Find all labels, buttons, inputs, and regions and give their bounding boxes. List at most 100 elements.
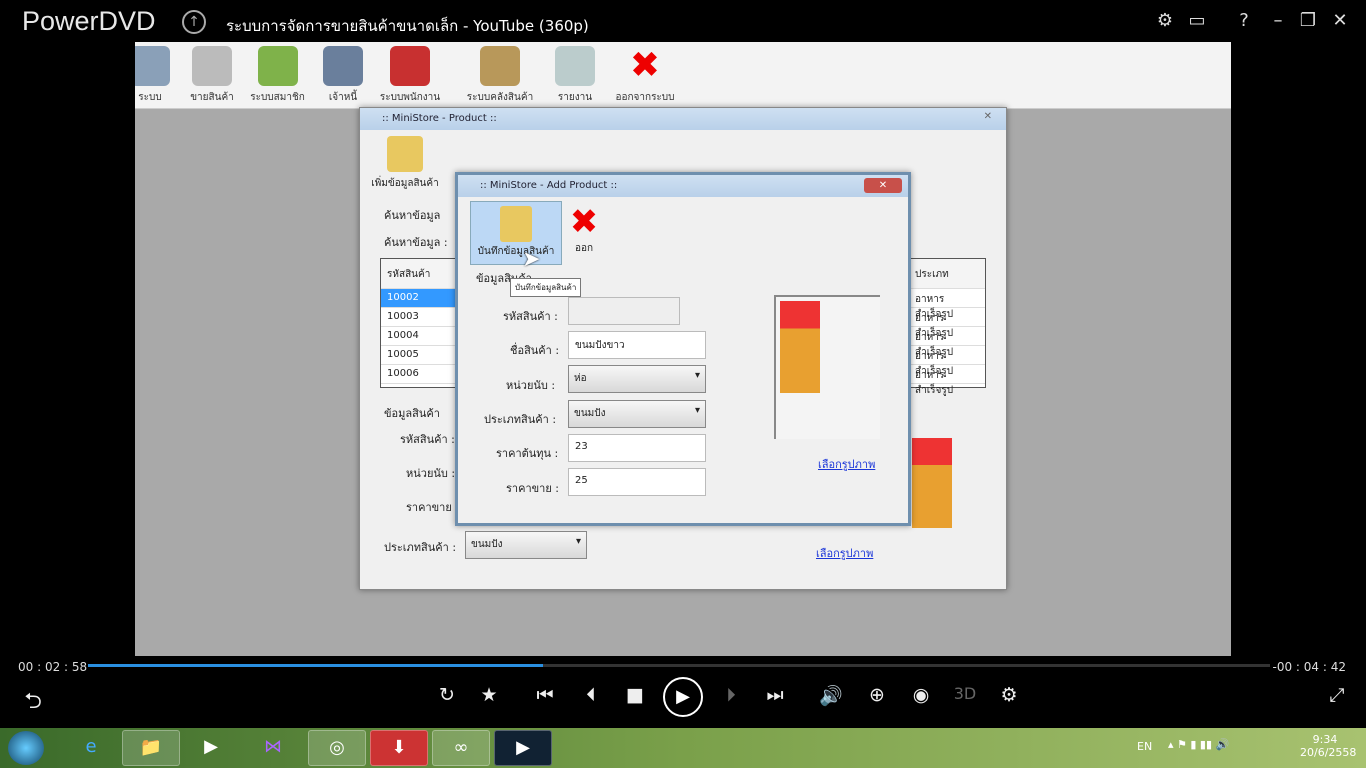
name-label: ชื่อสินค้า : [510, 344, 560, 357]
unit-select[interactable]: ห่อ [568, 365, 706, 393]
cost-label: ราคาต้นทุน : [496, 447, 559, 460]
app-name: PowerDVD [22, 6, 156, 36]
upgrade-icon[interactable]: ↑ [182, 10, 206, 34]
code-label: รหัสสินค้า : [400, 433, 455, 446]
type-select[interactable]: ขนมปัง [568, 400, 706, 428]
language-indicator[interactable]: EN [1137, 740, 1152, 753]
list-header-type: ประเภท [909, 259, 985, 289]
next-chapter-icon[interactable]: ⏭ [760, 684, 790, 706]
tv-mode-icon[interactable]: ▭ [1185, 10, 1209, 31]
exit-icon: ✖ [629, 45, 661, 86]
eye-icon[interactable]: ◉ [906, 684, 936, 706]
exit-button[interactable]: ✖ ออก [564, 203, 604, 256]
toolbar-members[interactable]: ระบบสมาชิก [250, 92, 305, 103]
code-field[interactable] [568, 297, 680, 325]
powerdvd-icon[interactable]: ▶ [494, 730, 552, 766]
save-label: บันทึกข้อมูลสินค้า [477, 246, 555, 257]
play-button[interactable]: ▶ [663, 677, 703, 717]
seek-bar[interactable] [88, 664, 1270, 667]
product-list[interactable]: รหัสสินค้า 10002 10003 10004 10005 10006 [380, 258, 460, 388]
help-icon[interactable]: ? [1232, 10, 1256, 31]
bookmark-icon[interactable]: ★ [474, 684, 504, 706]
price-label: ราคาขาย : [506, 482, 559, 495]
list-row[interactable]: 10006 [381, 365, 459, 384]
settings-icon[interactable]: ⚙ [994, 684, 1024, 706]
save-folder-icon [500, 206, 532, 242]
report-icon [555, 46, 595, 86]
chrome-icon[interactable]: ◎ [308, 730, 366, 766]
ie-icon[interactable]: e [62, 730, 120, 766]
restore-icon[interactable]: ❐ [1296, 10, 1320, 31]
clock[interactable]: 9:34 20/6/2558 [1300, 733, 1357, 759]
product-list-types[interactable]: ประเภท อาหารสำเร็จรูป อาหารสำเร็จรูป อาห… [908, 258, 986, 396]
pick-image-link[interactable]: เลือกรูปภาพ [816, 544, 873, 562]
warehouse-icon [480, 46, 520, 86]
add-folder-icon [387, 136, 423, 172]
gear-icon [135, 46, 170, 86]
name-field[interactable]: ขนมปังขาว [568, 331, 706, 359]
exit-label: ออก [574, 243, 594, 254]
mouse-cursor-icon: ➤ [522, 247, 541, 272]
clock-date: 20/6/2558 [1300, 746, 1357, 759]
list-row[interactable]: 10003 [381, 308, 459, 327]
step-back-icon[interactable]: ⏴ [576, 684, 606, 706]
add-product-window: :: MiniStore - Add Product :: ✕ บันทึกข้… [455, 172, 911, 526]
toolbar-sell[interactable]: ขายสินค้า [190, 92, 234, 103]
start-button[interactable] [8, 731, 44, 765]
type-label: ประเภทสินค้า : [484, 413, 557, 426]
tooltip: บันทึกข้อมูลสินค้า [510, 278, 582, 297]
price-label: ราคาขาย : [406, 501, 459, 514]
minimize-icon[interactable]: – [1266, 10, 1290, 31]
stop-icon[interactable]: ■ [620, 684, 650, 706]
add-product-button[interactable]: เพิ่มข้อมูลสินค้า [371, 178, 438, 189]
unit-label: หน่วยนับ : [506, 379, 556, 392]
add-window-title: :: MiniStore - Add Product :: [458, 175, 908, 197]
product-image [780, 301, 820, 393]
list-row[interactable]: 10005 [381, 346, 459, 365]
close-icon[interactable]: ✕ [1328, 10, 1352, 31]
cart-icon [192, 46, 232, 86]
visual-studio-icon[interactable]: ⋈ [244, 730, 302, 766]
settings-icon[interactable]: ⚙ [1153, 10, 1177, 31]
code-label: รหัสสินค้า : [503, 310, 558, 323]
toolbar-system[interactable]: ระบบ [138, 92, 161, 103]
list-row[interactable]: 10004 [381, 327, 459, 346]
list-cell[interactable]: อาหารสำเร็จรูป [909, 289, 985, 320]
tray-icons[interactable]: ▴ ⚑ ▮ ▮▮ 🔊 [1168, 738, 1229, 751]
list-row[interactable]: 10002 [381, 289, 459, 308]
creditor-icon [323, 46, 363, 86]
elapsed-time: 00 : 02 : 58 [18, 660, 88, 674]
pick-image-link[interactable]: เลือกรูปภาพ [818, 455, 875, 473]
toolbar-creditor[interactable]: เจ้าหนี้ [329, 92, 357, 103]
toolbar-report[interactable]: รายงาน [558, 92, 592, 103]
close-icon[interactable]: ✕ [984, 111, 992, 122]
back-icon[interactable]: ⮌ [18, 684, 48, 722]
remaining-time: -00 : 04 : 42 [1272, 660, 1346, 674]
save-product-button[interactable]: บันทึกข้อมูลสินค้า [470, 201, 562, 265]
toolbar-warehouse[interactable]: ระบบคลังสินค้า [467, 92, 533, 103]
app-toolbar: ระบบ ขายสินค้า ระบบสมาชิก เจ้าหนี้ ระบบพ… [135, 42, 1231, 109]
previous-chapter-icon[interactable]: ⏮ [530, 684, 560, 706]
video-area[interactable]: ระบบ ขายสินค้า ระบบสมาชิก เจ้าหนี้ ระบบพ… [135, 42, 1231, 656]
image-box [774, 295, 880, 439]
employee-icon [390, 46, 430, 86]
price-field[interactable]: 25 [568, 468, 706, 496]
zoom-icon[interactable]: ⊕ [862, 684, 892, 706]
close-icon[interactable]: ✕ [864, 178, 902, 193]
section-label: ข้อมูลสินค้า [384, 407, 440, 420]
toolbar-employee[interactable]: ระบบพนักงาน [380, 92, 440, 103]
explorer-icon[interactable]: 📁 [122, 730, 180, 766]
repeat-icon[interactable]: ↻ [432, 684, 462, 706]
next-frame-icon[interactable]: ⏵ [716, 684, 746, 706]
3d-button[interactable]: 3D [950, 684, 980, 703]
search-label: ค้นหาข้อมูล [384, 209, 441, 222]
media-icon[interactable]: ▶ [182, 730, 240, 766]
fullscreen-icon[interactable]: ⤢ [1322, 684, 1352, 706]
recorder-icon[interactable]: ⬇ [370, 730, 428, 766]
type-select[interactable]: ขนมปัง [465, 531, 587, 559]
volume-icon[interactable]: 🔊 [816, 684, 846, 707]
cost-field[interactable]: 23 [568, 434, 706, 462]
toolbar-exit[interactable]: ออกจากระบบ [615, 92, 674, 103]
infinity-icon[interactable]: ∞ [432, 730, 490, 766]
video-title: ระบบการจัดการขายสินค้าขนาดเล็ก - YouTube… [226, 17, 589, 35]
